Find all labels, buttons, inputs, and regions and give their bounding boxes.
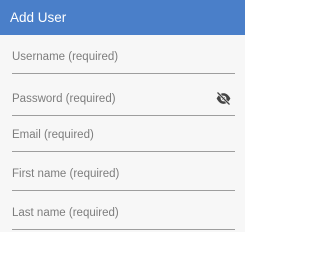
email-placeholder: Email (required) <box>12 129 94 141</box>
password-underline <box>12 115 235 116</box>
first-name-field[interactable]: First name (required) <box>12 167 235 191</box>
password-field[interactable]: Password (required) <box>12 92 235 116</box>
last-name-placeholder: Last name (required) <box>12 207 119 219</box>
username-placeholder: Username (required) <box>12 51 119 63</box>
email-field[interactable]: Email (required) <box>12 128 235 152</box>
username-field[interactable]: Username (required) <box>12 50 235 74</box>
first-name-underline <box>12 190 235 191</box>
dialog-title: Add User <box>10 10 67 25</box>
first-name-placeholder: First name (required) <box>12 168 120 180</box>
dialog-header: Add User <box>0 0 245 35</box>
eye-off-icon[interactable] <box>216 92 231 105</box>
last-name-underline <box>12 229 235 230</box>
last-name-field[interactable]: Last name (required) <box>12 206 235 230</box>
username-underline <box>12 73 235 74</box>
email-underline <box>12 151 235 152</box>
password-placeholder: Password (required) <box>12 93 116 105</box>
add-user-dialog: Add User Username (required) Password (r… <box>0 0 245 232</box>
